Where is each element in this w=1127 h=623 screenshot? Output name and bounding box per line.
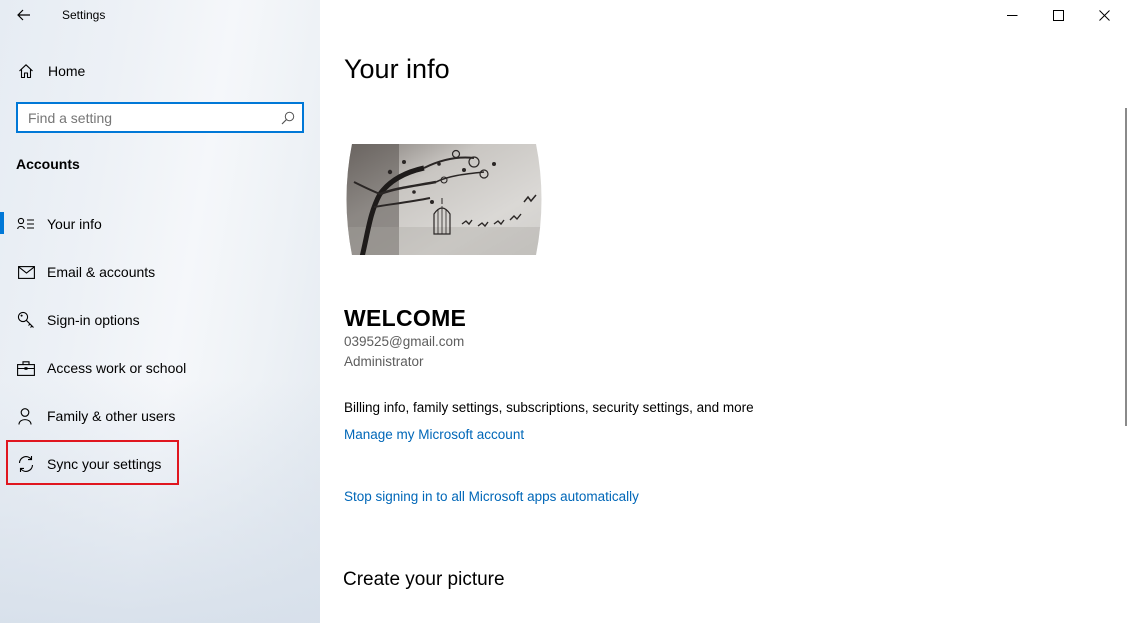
sidebar-item-sync-settings[interactable]: Sync your settings — [0, 440, 320, 488]
sidebar-item-your-info[interactable]: Your info — [0, 200, 320, 248]
create-picture-heading: Create your picture — [343, 569, 505, 590]
user-email: 039525@gmail.com — [344, 334, 465, 349]
search-box — [16, 102, 304, 133]
sidebar-item-label: Email & accounts — [47, 264, 156, 280]
manage-account-link[interactable]: Manage my Microsoft account — [344, 427, 524, 442]
section-title: Accounts — [16, 156, 80, 172]
main-content: Your info WELCOME 039525@gmail.com Admin… — [320, 0, 1127, 623]
sidebar-item-label: Family & other users — [47, 408, 176, 424]
user-info-icon — [16, 214, 36, 234]
mail-icon — [16, 262, 36, 282]
avatar-image — [346, 144, 542, 255]
person-add-icon — [16, 406, 36, 426]
avatar — [344, 142, 544, 257]
sidebar: Settings Home Accounts Your in — [0, 0, 320, 623]
stop-signing-in-link[interactable]: Stop signing in to all Microsoft apps au… — [344, 489, 639, 504]
sidebar-item-sign-in-options[interactable]: Sign-in options — [0, 296, 320, 344]
search-icon[interactable] — [281, 111, 295, 125]
user-role: Administrator — [344, 354, 424, 369]
back-arrow-icon — [17, 9, 30, 21]
home-icon — [16, 61, 36, 81]
user-display-name: WELCOME — [344, 305, 467, 331]
search-input[interactable] — [18, 104, 268, 131]
maximize-button[interactable] — [1035, 0, 1081, 30]
sidebar-item-label: Home — [48, 63, 86, 79]
sync-icon — [16, 454, 36, 474]
minimize-icon — [1006, 14, 1017, 16]
active-indicator — [0, 212, 4, 234]
window-title: Settings — [62, 8, 106, 22]
maximize-icon — [1052, 9, 1064, 21]
sidebar-item-email-accounts[interactable]: Email & accounts — [0, 248, 320, 296]
sidebar-item-home[interactable]: Home — [0, 56, 320, 86]
sidebar-item-label: Sync your settings — [47, 456, 162, 472]
close-icon — [1098, 9, 1110, 21]
billing-info-text: Billing info, family settings, subscript… — [344, 400, 754, 415]
page-title: Your info — [344, 54, 450, 84]
sidebar-item-label: Access work or school — [47, 360, 187, 376]
sidebar-item-label: Sign-in options — [47, 312, 140, 328]
back-button[interactable] — [10, 2, 38, 28]
sidebar-item-label: Your info — [47, 216, 102, 232]
window-controls — [989, 0, 1127, 30]
close-button[interactable] — [1081, 0, 1127, 30]
minimize-button[interactable] — [989, 0, 1035, 30]
key-icon — [16, 310, 36, 330]
briefcase-icon — [16, 358, 36, 378]
sidebar-nav: Your info Email & accounts Sign-in optio… — [0, 200, 320, 488]
sidebar-item-family-other-users[interactable]: Family & other users — [0, 392, 320, 440]
sidebar-item-access-work-school[interactable]: Access work or school — [0, 344, 320, 392]
